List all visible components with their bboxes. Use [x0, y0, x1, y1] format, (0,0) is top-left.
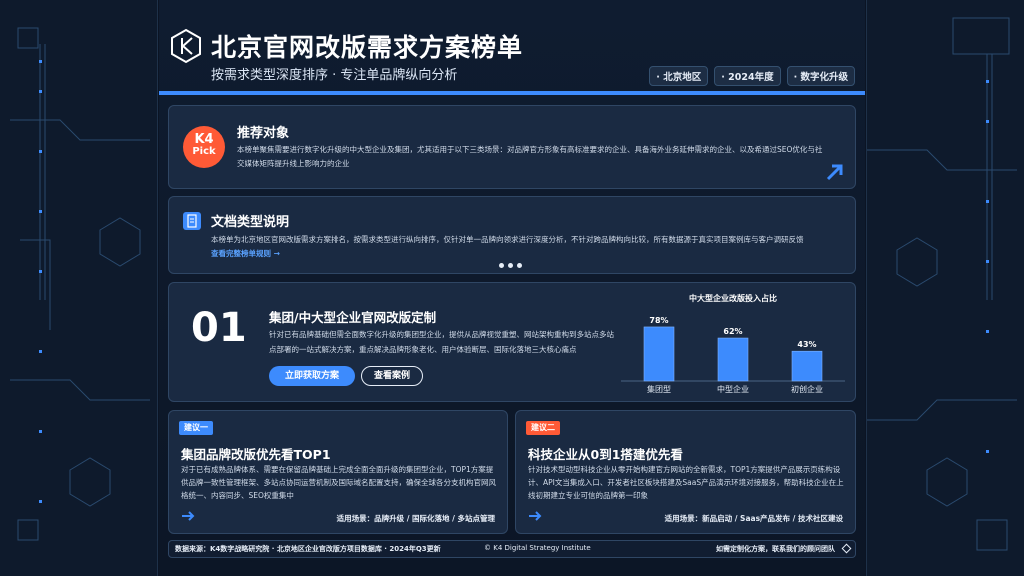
tag-region: · 北京地区	[649, 66, 709, 86]
suggestion-scene: 适用场景：新品启动 / Saas产品发布 / 技术社区建设	[664, 514, 843, 523]
chart-data-label: 78%	[649, 316, 668, 325]
contact-link[interactable]: 如需定制化方案，联系我们的顾问团队	[716, 544, 835, 554]
document-icon	[183, 212, 201, 230]
header-divider	[159, 91, 865, 95]
page-title: 北京官网改版需求方案榜单	[211, 33, 524, 62]
recommend-description: 本榜单聚焦需要进行数字化升级的中大型企业及集团，尤其适用于以下三类场景：对品牌官…	[237, 145, 823, 168]
tag-list: · 北京地区 · 2024年度 · 数字化升级	[649, 66, 855, 86]
chart-data-label: 62%	[723, 327, 742, 336]
featured-description: 针对已有品牌基础但需全面数字化升级的集团型企业，提供从品牌视觉重塑、网站架构重构…	[269, 330, 614, 354]
chart-bar	[643, 326, 675, 382]
circuit-decoration	[867, 17, 1017, 551]
right-decor-panel	[866, 0, 1024, 576]
chart-title: 中大型企业改版投入占比	[689, 293, 777, 303]
footer-bar: 数据来源：K4数字战略研究院 · 北京地区企业官改版方项目数据库 · 2024年…	[168, 540, 856, 558]
featured-title: 集团/中大型企业官网改版定制	[269, 310, 437, 325]
arrow-right-icon[interactable]	[181, 509, 195, 523]
rank-number: 01	[191, 305, 247, 351]
suggestion-title: 集团品牌改版优先看TOP1	[181, 447, 331, 462]
view-cases-button[interactable]: 查看案例	[361, 366, 423, 386]
suggestion-description: 针对技术型动型科技企业从零开始构建官方网站的全新需求，TOP1方案提供产品展示页…	[528, 465, 844, 500]
badge-line2: Pick	[192, 146, 216, 157]
investment-bar-chart: 中大型企业改版投入占比 78% 集团型 62% 中型企业 43% 初创企业	[621, 293, 845, 394]
arrow-right-icon[interactable]	[528, 509, 542, 523]
suggestion-badge: 建议一	[179, 421, 213, 435]
chart-data-label: 43%	[797, 340, 816, 349]
suggestion-title: 科技企业从0到1搭建优先看	[528, 447, 683, 462]
data-source: 数据来源：K4数字战略研究院 · 北京地区企业官改版方项目数据库 · 2024年…	[175, 545, 441, 553]
arrow-up-right-icon[interactable]	[825, 162, 845, 182]
suggestion-card-1: 建议一 集团品牌改版优先看TOP1 对于已有成熟品牌体系、需要在保留品牌基础上完…	[168, 410, 508, 534]
more-dots-icon[interactable]	[499, 263, 522, 268]
page-subtitle: 按需求类型深度排序 · 专注单品牌纵向分析	[211, 68, 458, 83]
badge-line1: K4	[194, 132, 214, 147]
doc-type-title: 文档类型说明	[211, 215, 290, 230]
tag-year: · 2024年度	[714, 66, 781, 86]
recommend-card: K4 Pick 推荐对象 本榜单聚焦需要进行数字化升级的中大型企业及集团，尤其适…	[168, 105, 856, 189]
main-panel: 北京官网改版需求方案榜单 按需求类型深度排序 · 专注单品牌纵向分析 · 北京地…	[159, 0, 865, 576]
doc-type-card: 文档类型说明 本榜单为北京地区官网改版需求方案排名，按需求类型进行纵向排序，仅针…	[168, 196, 856, 274]
suggestion-description: 对于已有成熟品牌体系、需要在保留品牌基础上完成全面全面升级的集团型企业，TOP1…	[181, 465, 496, 500]
recommend-title: 推荐对象	[237, 126, 290, 141]
left-decor-panel	[0, 0, 158, 576]
doc-type-description: 本榜单为北京地区官网改版需求方案排名，按需求类型进行纵向排序，仅针对单一品牌向领…	[211, 235, 804, 244]
circuit-decoration	[10, 27, 150, 541]
k4-pick-badge: K4 Pick	[183, 126, 225, 168]
chart-bar	[791, 350, 823, 382]
tag-category: · 数字化升级	[786, 66, 855, 86]
chart-tick-label: 集团型	[647, 384, 671, 394]
chart-tick-label: 中型企业	[717, 384, 749, 394]
chart-tick-label: 初创企业	[791, 384, 823, 394]
suggestion-scene: 适用场景：品牌升级 / 国际化落地 / 多站点管理	[336, 514, 495, 523]
k4-logo-icon	[171, 28, 201, 64]
full-rules-link[interactable]: 查看完整榜单规则 →	[211, 248, 280, 259]
featured-solution-card: 01 集团/中大型企业官网改版定制 针对已有品牌基础但需全面数字化升级的集团型企…	[168, 282, 856, 402]
copyright: © K4 Digital Strategy Institute	[484, 544, 591, 552]
diamond-icon	[841, 543, 852, 554]
suggestion-badge: 建议二	[526, 421, 560, 435]
get-solution-button[interactable]: 立即获取方案	[269, 366, 355, 386]
suggestion-card-2: 建议二 科技企业从0到1搭建优先看 针对技术型动型科技企业从零开始构建官方网站的…	[515, 410, 856, 534]
chart-bar	[717, 337, 749, 382]
